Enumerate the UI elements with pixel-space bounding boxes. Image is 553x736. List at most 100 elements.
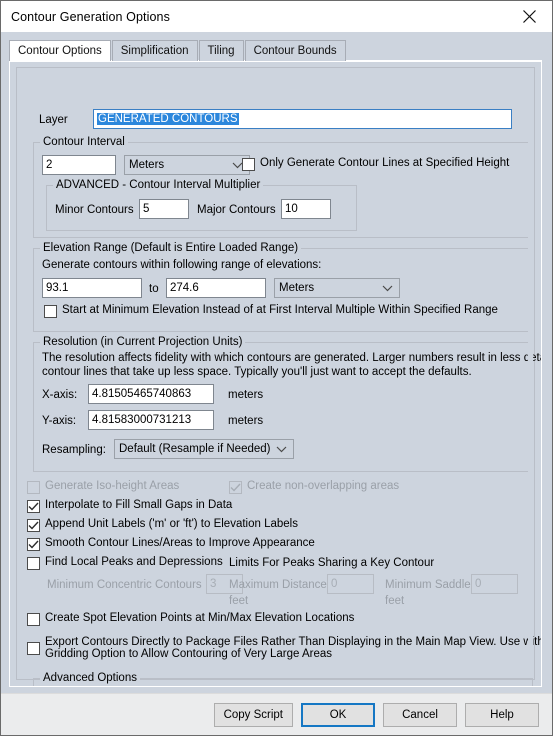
append-unit-labels-label: Append Unit Labels ('m' or 'ft') to Elev… bbox=[45, 518, 298, 530]
major-contours-label: Major Contours bbox=[197, 204, 276, 216]
layer-input-value: GENERATED CONTOURS bbox=[97, 113, 239, 125]
minimum-saddle-label: Minimum Saddle bbox=[385, 579, 471, 591]
only-specified-height-checkbox[interactable] bbox=[242, 158, 255, 171]
find-local-peaks-row[interactable]: Find Local Peaks and Depressions bbox=[27, 556, 223, 570]
only-specified-height-label: Only Generate Contour Lines at Specified… bbox=[260, 157, 510, 169]
y-axis-value: 4.81583000731213 bbox=[92, 414, 192, 426]
tab-strip: Contour Options Simplification Tiling Co… bbox=[9, 40, 542, 62]
contour-interval-multiplier-title: ADVANCED - Contour Interval Multiplier bbox=[53, 179, 264, 191]
close-icon[interactable] bbox=[506, 1, 552, 32]
elevation-units-dropdown[interactable]: Meters bbox=[274, 278, 400, 298]
only-specified-height-row[interactable]: Only Generate Contour Lines at Specified… bbox=[242, 157, 509, 171]
contour-interval-value: 2 bbox=[46, 159, 53, 171]
maximum-distance-value: 0 bbox=[331, 578, 338, 590]
resolution-group-title: Resolution (in Current Projection Units) bbox=[40, 336, 246, 348]
window-title: Contour Generation Options bbox=[11, 9, 170, 24]
tab-tiling[interactable]: Tiling bbox=[198, 40, 244, 61]
cancel-button[interactable]: Cancel bbox=[383, 702, 457, 727]
interpolate-gaps-label: Interpolate to Fill Small Gaps in Data bbox=[45, 499, 233, 511]
append-unit-labels-checkbox[interactable] bbox=[27, 519, 40, 532]
contour-interval-group-title: Contour Interval bbox=[40, 136, 128, 148]
elevation-units-value: Meters bbox=[279, 282, 315, 294]
export-contours-label-line1: Export Contours Directly to Package File… bbox=[45, 636, 542, 648]
x-axis-label: X-axis: bbox=[42, 389, 78, 401]
maximum-distance-input: 0 bbox=[327, 574, 374, 594]
tab-simplification[interactable]: Simplification bbox=[111, 40, 198, 61]
contour-generation-options-dialog: Contour Generation Options Contour Optio… bbox=[0, 0, 553, 736]
tab-panel-contour-options: Layer GENERATED CONTOURS Contour Interva… bbox=[9, 60, 542, 687]
minimum-saddle-units: feet bbox=[385, 595, 405, 607]
find-local-peaks-label: Find Local Peaks and Depressions bbox=[45, 556, 223, 568]
tab-contour-options[interactable]: Contour Options bbox=[9, 40, 111, 61]
chevron-down-icon bbox=[276, 440, 287, 458]
start-at-minimum-checkbox[interactable] bbox=[44, 305, 57, 318]
minor-contours-label: Minor Contours bbox=[55, 204, 134, 216]
layer-label: Layer bbox=[39, 114, 68, 126]
create-spot-elevation-row[interactable]: Create Spot Elevation Points at Min/Max … bbox=[27, 612, 354, 626]
export-contours-row[interactable]: Export Contours Directly to Package File… bbox=[27, 636, 542, 660]
resampling-label: Resampling: bbox=[42, 444, 106, 456]
y-axis-input[interactable]: 4.81583000731213 bbox=[88, 410, 214, 430]
y-axis-units: meters bbox=[228, 415, 264, 427]
create-non-overlapping-areas-label: Create non-overlapping areas bbox=[247, 480, 400, 492]
start-at-minimum-row[interactable]: Start at Minimum Elevation Instead of at… bbox=[44, 304, 498, 318]
maximum-distance-units: feet bbox=[229, 595, 249, 607]
panel-scrollbar[interactable] bbox=[528, 100, 533, 671]
y-axis-label: Y-axis: bbox=[42, 415, 77, 427]
create-non-overlapping-areas-checkbox bbox=[229, 481, 242, 494]
elevation-min-value: 93.1 bbox=[46, 282, 69, 294]
interpolate-gaps-row[interactable]: Interpolate to Fill Small Gaps in Data bbox=[27, 499, 232, 513]
min-concentric-contours-value: 3 bbox=[210, 578, 217, 590]
minimum-saddle-value: 0 bbox=[475, 578, 482, 590]
find-local-peaks-checkbox[interactable] bbox=[27, 557, 40, 570]
advanced-options-group: Advanced Options Create Contours Where E… bbox=[33, 672, 533, 686]
generate-iso-height-row[interactable]: Generate Iso-height Areas bbox=[27, 480, 179, 494]
x-axis-units: meters bbox=[228, 389, 264, 401]
title-bar: Contour Generation Options bbox=[1, 1, 552, 32]
elevation-range-group-title: Elevation Range (Default is Entire Loade… bbox=[40, 242, 302, 254]
start-at-minimum-label: Start at Minimum Elevation Instead of at… bbox=[62, 304, 498, 316]
elevation-min-input[interactable]: 93.1 bbox=[42, 278, 142, 298]
smooth-contours-checkbox[interactable] bbox=[27, 538, 40, 551]
dialog-footer: Copy Script OK Cancel Help bbox=[1, 693, 552, 735]
layer-input[interactable]: GENERATED CONTOURS bbox=[93, 109, 512, 129]
minor-contours-input[interactable]: 5 bbox=[139, 199, 189, 219]
export-contours-label-line2: Gridding Option to Allow Contouring of V… bbox=[45, 648, 333, 660]
advanced-options-group-title: Advanced Options bbox=[40, 672, 140, 684]
major-contours-value: 10 bbox=[285, 203, 298, 215]
maximum-distance-label: Maximum Distance bbox=[229, 579, 327, 591]
contour-interval-group: Contour Interval 2 Meters Only Generate … bbox=[33, 136, 533, 238]
help-button[interactable]: Help bbox=[465, 702, 539, 727]
major-contours-input[interactable]: 10 bbox=[281, 199, 331, 219]
smooth-contours-row[interactable]: Smooth Contour Lines/Areas to Improve Ap… bbox=[27, 537, 315, 551]
copy-script-button[interactable]: Copy Script bbox=[213, 702, 293, 727]
x-axis-input[interactable]: 4.81505465740863 bbox=[88, 384, 214, 404]
export-contours-checkbox[interactable] bbox=[27, 642, 40, 655]
contour-interval-units-value: Meters bbox=[129, 159, 165, 171]
resolution-group: Resolution (in Current Projection Units)… bbox=[33, 336, 541, 472]
append-unit-labels-row[interactable]: Append Unit Labels ('m' or 'ft') to Elev… bbox=[27, 518, 298, 532]
create-non-overlapping-areas-row: Create non-overlapping areas bbox=[229, 480, 399, 494]
contour-interval-multiplier-group: ADVANCED - Contour Interval Multiplier M… bbox=[46, 179, 357, 231]
elevation-to-label: to bbox=[149, 283, 159, 295]
chevron-down-icon bbox=[382, 279, 393, 297]
panel-inner: Layer GENERATED CONTOURS Contour Interva… bbox=[16, 67, 541, 686]
elevation-range-group: Elevation Range (Default is Entire Loade… bbox=[33, 242, 533, 332]
smooth-contours-label: Smooth Contour Lines/Areas to Improve Ap… bbox=[45, 537, 315, 549]
create-spot-elevation-checkbox[interactable] bbox=[27, 613, 40, 626]
generate-iso-height-checkbox[interactable] bbox=[27, 481, 40, 494]
dialog-body: Contour Options Simplification Tiling Co… bbox=[1, 32, 552, 693]
contour-interval-input[interactable]: 2 bbox=[42, 155, 116, 175]
resolution-description-line1: The resolution affects fidelity with whi… bbox=[42, 352, 542, 364]
generate-iso-height-label: Generate Iso-height Areas bbox=[45, 480, 180, 492]
elevation-range-description: Generate contours within following range… bbox=[42, 259, 322, 271]
min-concentric-contours-label: Minimum Concentric Contours bbox=[47, 579, 202, 591]
x-axis-value: 4.81505465740863 bbox=[92, 388, 192, 400]
elevation-max-input[interactable]: 274.6 bbox=[166, 278, 266, 298]
resampling-dropdown[interactable]: Default (Resample if Needed) bbox=[114, 439, 294, 459]
contour-interval-units-dropdown[interactable]: Meters bbox=[124, 155, 250, 175]
tab-contour-bounds[interactable]: Contour Bounds bbox=[244, 40, 346, 61]
interpolate-gaps-checkbox[interactable] bbox=[27, 500, 40, 513]
ok-button[interactable]: OK bbox=[301, 702, 375, 727]
resampling-value: Default (Resample if Needed) bbox=[119, 443, 271, 455]
